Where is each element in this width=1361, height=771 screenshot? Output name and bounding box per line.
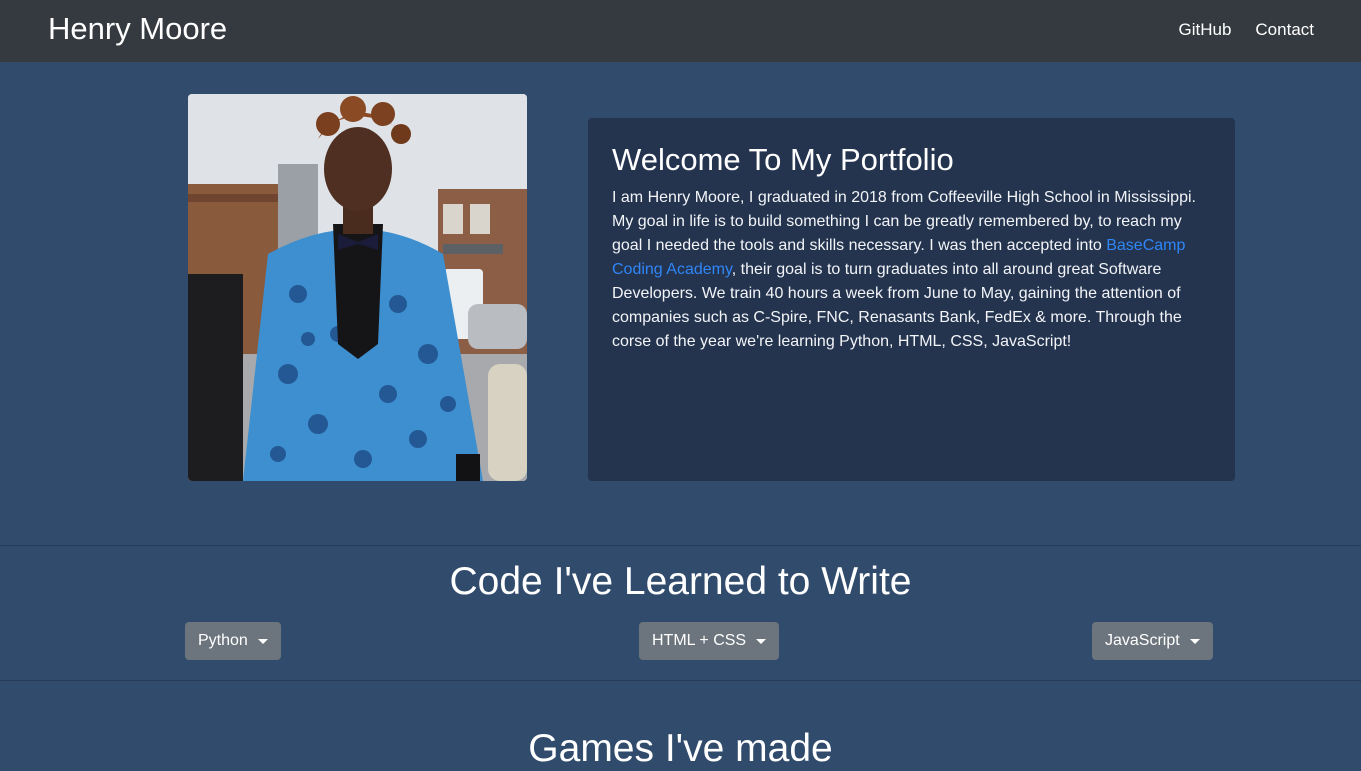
javascript-dropdown-button[interactable]: JavaScript	[1092, 622, 1213, 660]
games-section-title: Games I've made	[528, 727, 833, 770]
welcome-title: Welcome To My Portfolio	[612, 142, 954, 177]
caret-down-icon	[1189, 638, 1200, 644]
section-divider	[0, 680, 1361, 681]
javascript-dropdown-label: JavaScript	[1105, 632, 1180, 649]
html-css-dropdown-button[interactable]: HTML + CSS	[639, 622, 780, 660]
navbar-brand[interactable]: Henry Moore	[48, 11, 227, 47]
python-dropdown-button[interactable]: Python	[185, 622, 281, 660]
welcome-card: Welcome To My Portfolio I am Henry Moore…	[588, 118, 1235, 481]
profile-photo	[188, 94, 527, 481]
caret-down-icon	[257, 638, 268, 644]
profile-photo-image	[188, 94, 527, 481]
code-section-title: Code I've Learned to Write	[449, 560, 912, 603]
section-divider	[0, 545, 1361, 546]
nav-link-github[interactable]: GitHub	[1178, 20, 1231, 40]
welcome-bio: I am Henry Moore, I graduated in 2018 fr…	[612, 186, 1211, 354]
caret-down-icon	[756, 638, 767, 644]
html-css-dropdown-label: HTML + CSS	[652, 632, 747, 649]
nav-link-contact[interactable]: Contact	[1255, 20, 1314, 40]
nav-links: GitHub Contact	[1178, 20, 1314, 40]
top-navbar: Henry Moore GitHub Contact	[0, 0, 1361, 62]
python-dropdown-label: Python	[198, 632, 248, 649]
